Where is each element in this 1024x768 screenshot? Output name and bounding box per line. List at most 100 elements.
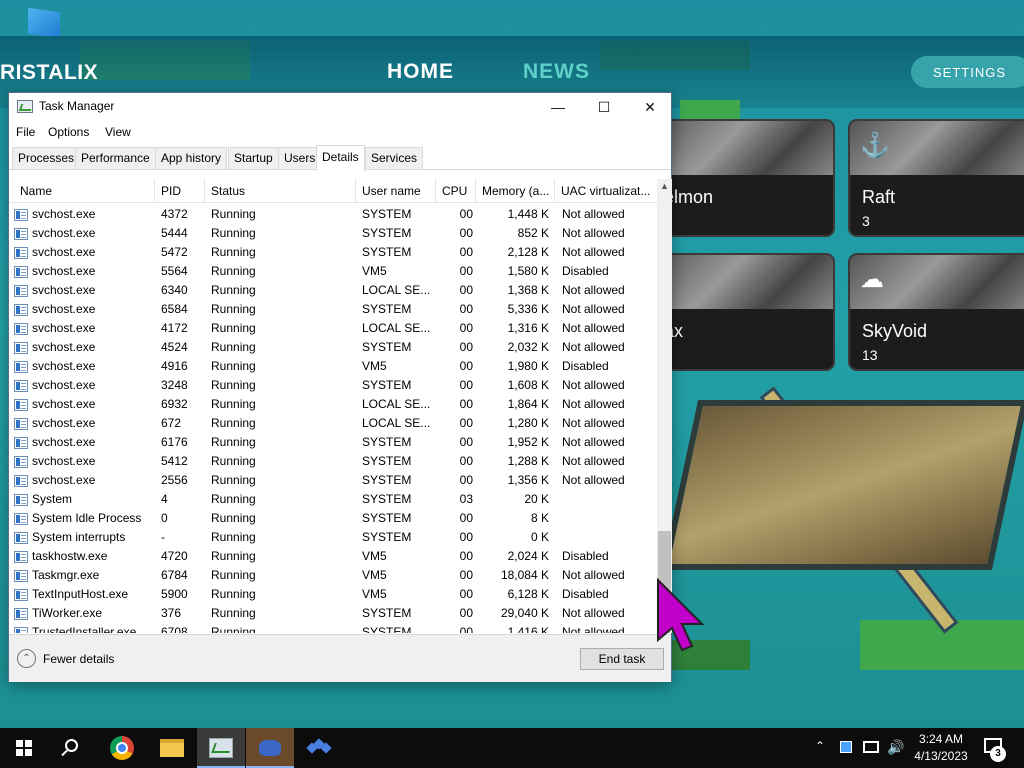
process-icon (14, 551, 28, 563)
process-status: Running (211, 606, 256, 620)
table-row[interactable]: svchost.exe 4372 Running SYSTEM 00 1,448 K Not… (9, 205, 657, 224)
process-status: Running (211, 511, 256, 525)
process-memory: 2,128 K (507, 245, 549, 259)
table-row[interactable]: taskhostw.exe 4720 Running VM5 00 2,024 K Disa… (9, 547, 657, 566)
process-memory: 8 K (530, 511, 549, 525)
process-name: System interrupts (32, 530, 126, 544)
process-memory: 1,864 K (507, 397, 549, 411)
column-header-uac[interactable]: UAC virtualizat... (555, 179, 657, 203)
tab-performance[interactable]: Performance (75, 147, 156, 169)
desktop-folder-icon[interactable] (28, 7, 60, 39)
menu-file[interactable]: File (16, 125, 35, 139)
table-row[interactable]: System 4 Running SYSTEM 03 20 K (9, 490, 657, 509)
process-status: Running (211, 264, 256, 278)
taskbar-file-explorer[interactable] (148, 728, 196, 768)
taskbar-launcher[interactable] (295, 728, 343, 768)
end-task-button[interactable]: End task (580, 648, 664, 670)
process-user: SYSTEM (362, 435, 412, 449)
column-header-pid[interactable]: PID (155, 179, 205, 203)
table-row[interactable]: System Idle Process 0 Running SYSTEM 00 8 K (9, 509, 657, 528)
terrain-decoration (680, 100, 740, 120)
column-header-name[interactable]: ^ Name (14, 179, 155, 203)
table-row[interactable]: svchost.exe 5412 Running SYSTEM 00 1,288 K Not… (9, 452, 657, 471)
process-name: svchost.exe (32, 454, 96, 468)
nav-news[interactable]: NEWS (523, 60, 590, 84)
nav-home[interactable]: HOME (387, 60, 454, 84)
taskbar-lunar-client[interactable] (246, 728, 294, 768)
clock-date[interactable]: 4/13/2023 (911, 749, 971, 763)
table-row[interactable]: svchost.exe 5444 Running SYSTEM 00 852 K Not a… (9, 224, 657, 243)
table-row[interactable]: svchost.exe 672 Running LOCAL SE... 00 1,280 … (9, 414, 657, 433)
column-header-user-name[interactable]: User name (356, 179, 436, 203)
tab-app-history[interactable]: App history (155, 147, 228, 169)
table-row[interactable]: svchost.exe 5472 Running SYSTEM 00 2,128 K Not… (9, 243, 657, 262)
process-memory: 1,356 K (507, 473, 549, 487)
table-row[interactable]: TiWorker.exe 376 Running SYSTEM 00 29,040 K No… (9, 604, 657, 623)
tab-users[interactable]: Users (278, 147, 322, 169)
settings-button[interactable]: SETTINGS (911, 56, 1024, 88)
table-row[interactable]: svchost.exe 2556 Running SYSTEM 00 1,356 K Not… (9, 471, 657, 490)
table-row[interactable]: svchost.exe 4524 Running SYSTEM 00 2,032 K Not… (9, 338, 657, 357)
search-button[interactable] (48, 728, 96, 768)
table-row[interactable]: TextInputHost.exe 5900 Running VM5 00 6,128 K… (9, 585, 657, 604)
game-card-ax[interactable]: ax (650, 253, 835, 371)
table-row[interactable]: svchost.exe 5564 Running VM5 00 1,580 K Disabl… (9, 262, 657, 281)
game-card-skyvoid[interactable]: ☁ SkyVoid 13 (848, 253, 1024, 371)
process-memory: 6,128 K (507, 587, 549, 601)
taskbar-chrome[interactable] (98, 728, 146, 768)
menu-view[interactable]: View (105, 125, 131, 139)
process-uac: Not allowed (562, 321, 625, 335)
menu-options[interactable]: Options (48, 125, 89, 139)
table-row[interactable]: TrustedInstaller.exe 6708 Running SYSTEM 00 1… (9, 623, 657, 633)
process-memory: 1,280 K (507, 416, 549, 430)
close-button[interactable]: ✕ (627, 93, 673, 121)
tab-details[interactable]: Details (316, 145, 365, 171)
table-row[interactable]: svchost.exe 6584 Running SYSTEM 00 5,336 K Not… (9, 300, 657, 319)
process-cpu: 03 (459, 492, 473, 506)
process-memory: 1,316 K (507, 321, 549, 335)
process-memory: 1,608 K (507, 378, 549, 392)
title-bar[interactable]: Task Manager — ☐ ✕ (9, 93, 671, 121)
clock-time[interactable]: 3:24 AM (917, 732, 965, 746)
volume-icon[interactable]: 🔊 (887, 739, 904, 756)
tab-startup[interactable]: Startup (228, 147, 279, 169)
process-uac: Not allowed (562, 340, 625, 354)
process-user: SYSTEM (362, 606, 412, 620)
tab-services[interactable]: Services (365, 147, 424, 169)
table-row[interactable]: svchost.exe 4916 Running VM5 00 1,980 K Disabl… (9, 357, 657, 376)
table-row[interactable]: svchost.exe 6176 Running SYSTEM 00 1,952 K Not… (9, 433, 657, 452)
vertical-scrollbar[interactable]: ▲ (657, 179, 672, 633)
process-user: LOCAL SE... (362, 283, 431, 297)
column-header-cpu[interactable]: CPU (436, 179, 476, 203)
table-row[interactable]: System interrupts - Running SYSTEM 00 0 K (9, 528, 657, 547)
column-header-memory[interactable]: Memory (a... (476, 179, 555, 203)
maximize-button[interactable]: ☐ (581, 93, 627, 121)
process-cpu: 00 (459, 473, 473, 487)
process-name: svchost.exe (32, 302, 96, 316)
process-pid: 0 (161, 511, 168, 525)
mouse-cursor-icon (657, 577, 705, 652)
table-row[interactable]: svchost.exe 3248 Running SYSTEM 00 1,608 K Not… (9, 376, 657, 395)
taskbar-task-manager[interactable] (197, 728, 245, 768)
process-name: svchost.exe (32, 378, 96, 392)
game-card-pixelmon[interactable]: elmon (650, 119, 835, 237)
column-header-status[interactable]: Status (205, 179, 356, 203)
chevron-up-icon[interactable]: ⌃ (815, 739, 825, 753)
process-status: Running (211, 530, 256, 544)
process-cpu: 00 (459, 207, 473, 221)
process-uac: Not allowed (562, 416, 625, 430)
process-uac: Not allowed (562, 207, 625, 221)
tab-processes[interactable]: Processes (12, 147, 81, 169)
start-button[interactable] (0, 728, 48, 768)
tray-app-icon[interactable] (840, 741, 852, 753)
process-icon (14, 209, 28, 221)
table-row[interactable]: Taskmgr.exe 6784 Running VM5 00 18,084 K Not a… (9, 566, 657, 585)
game-card-raft[interactable]: ⚓ Raft 3 (848, 119, 1024, 237)
scroll-up-arrow-icon[interactable]: ▲ (660, 181, 669, 191)
network-icon[interactable] (863, 741, 879, 753)
table-row[interactable]: svchost.exe 6932 Running LOCAL SE... 00 1,864… (9, 395, 657, 414)
minimize-button[interactable]: — (535, 93, 581, 121)
process-pid: 6340 (161, 283, 188, 297)
table-row[interactable]: svchost.exe 6340 Running LOCAL SE... 00 1,368… (9, 281, 657, 300)
table-row[interactable]: svchost.exe 4172 Running LOCAL SE... 00 1,316… (9, 319, 657, 338)
